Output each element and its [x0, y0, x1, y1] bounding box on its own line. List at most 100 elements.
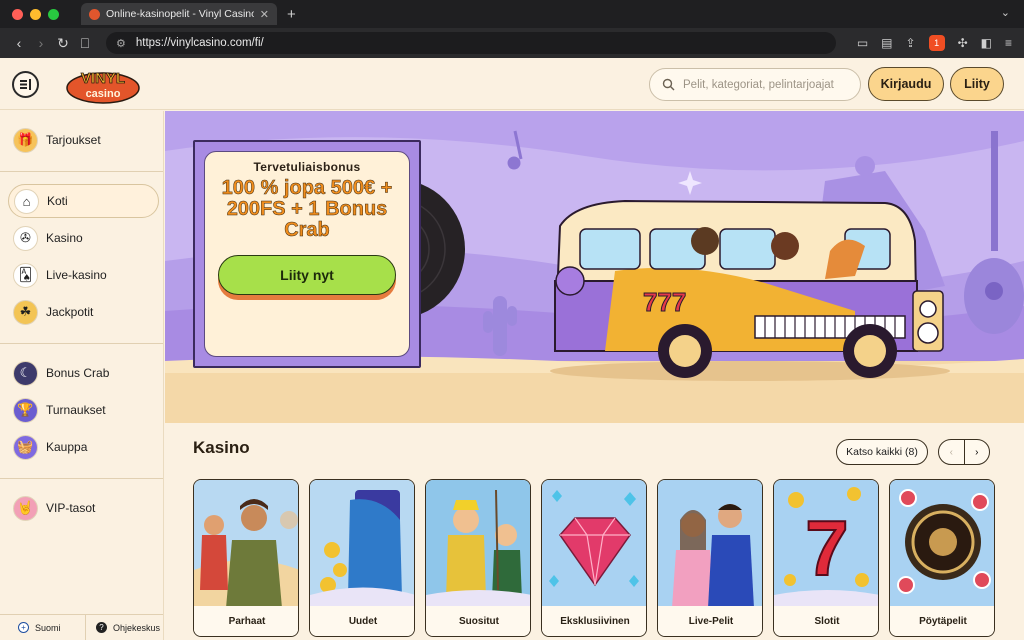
tab-title: Online-kasinopelit - Vinyl Casino: [106, 8, 254, 20]
category-label: Parhaat: [194, 606, 298, 636]
category-label: Suositut: [426, 606, 530, 636]
sidebar-divider: [0, 171, 163, 172]
prev-arrow-icon[interactable]: ‹: [939, 440, 964, 464]
welcome-bonus-inner: Tervetuliaisbonus 100 % jopa 500€ + 200F…: [204, 151, 410, 357]
help-center-link[interactable]: ? Ohjekeskus: [85, 615, 163, 640]
sidebar-item-label: VIP-tasot: [46, 501, 96, 515]
join-button[interactable]: Liity: [950, 67, 1004, 101]
browser-toolbar: ‹ › ↻ ⎕ ⚙ https://vinylcasino.com/fi/ ▭ …: [0, 28, 1024, 58]
sidebar-item-label: Kasino: [46, 231, 83, 245]
sidebar-item-kauppa[interactable]: 🧺 Kauppa: [8, 430, 159, 464]
back-icon[interactable]: ‹: [8, 35, 30, 51]
slot-machine-artwork: [310, 480, 414, 608]
category-card-poytapelit[interactable]: Pöytäpelit: [889, 479, 995, 637]
window-controls: [12, 8, 59, 20]
sidebar-item-kasino[interactable]: ✇ Kasino: [8, 221, 159, 255]
rock-hand-icon: 🤘: [13, 495, 38, 521]
sidebar-item-label: Jackpotit: [46, 305, 94, 319]
url-text: https://vinylcasino.com/fi/: [135, 37, 264, 49]
sidebar-item-label: Koti: [47, 194, 68, 208]
search-input[interactable]: [683, 78, 853, 91]
join-now-button[interactable]: Liity nyt: [218, 255, 396, 295]
logo-top-text: VINYL: [81, 70, 125, 87]
live-hosts-artwork: [658, 480, 762, 608]
vinyl-casino-logo[interactable]: VINYL casino: [62, 64, 144, 106]
category-label: Eksklusiivinen: [542, 606, 646, 636]
category-card-parhaat[interactable]: Parhaat: [193, 479, 299, 637]
tab-list-chevron-icon[interactable]: ⌄: [1001, 6, 1010, 19]
category-card-uudet[interactable]: Uudet: [309, 479, 415, 637]
address-bar[interactable]: ⚙ https://vinylcasino.com/fi/: [106, 32, 836, 54]
help-label: Ohjekeskus: [113, 622, 161, 633]
category-label: Live-Pelit: [658, 606, 762, 636]
category-card-live-pelit[interactable]: Live-Pelit: [657, 479, 763, 637]
category-card-suositut[interactable]: Suositut: [425, 479, 531, 637]
fishermen-artwork: [426, 480, 530, 608]
sidebar-item-live-kasino[interactable]: 🂡 Live-kasino: [8, 258, 159, 292]
sidebar-item-label: Turnaukset: [46, 403, 106, 417]
clover-icon: ☘: [13, 299, 38, 325]
diamond-artwork: [542, 480, 646, 608]
page: VINYL casino Kirjaudu Liity 🎁 Tarjoukset…: [0, 58, 1024, 640]
search-icon: [662, 78, 675, 91]
category-label: Pöytäpelit: [890, 606, 994, 636]
casino-section-title: Kasino: [193, 438, 250, 457]
finland-flag-icon: +: [18, 622, 29, 633]
home-icon: ⌂: [14, 188, 39, 214]
see-all-button[interactable]: Katso kaikki (8): [836, 439, 928, 465]
menu-icon[interactable]: ≡: [1005, 36, 1012, 50]
minimize-window-button[interactable]: [30, 8, 41, 20]
hamburger-icon: [20, 79, 31, 90]
cast-icon[interactable]: ▭: [857, 36, 868, 50]
site-header: VINYL casino Kirjaudu Liity: [0, 58, 1024, 110]
lucky-seven-artwork: 7: [774, 480, 878, 608]
menu-toggle-button[interactable]: [12, 71, 39, 98]
site-settings-icon[interactable]: ⚙: [116, 37, 126, 50]
crab-claw-icon: ☾: [13, 360, 38, 386]
welcome-bonus-card: Tervetuliaisbonus 100 % jopa 500€ + 200F…: [193, 140, 421, 368]
sidebar-item-jackpotit[interactable]: ☘ Jackpotit: [8, 295, 159, 329]
sidebar-footer: + Suomi ? Ohjekeskus: [0, 614, 163, 640]
help-icon: ?: [96, 622, 107, 633]
cards-icon: 🂡: [13, 262, 38, 288]
logo-bottom-text: casino: [86, 88, 121, 100]
bonus-title: 100 % jopa 500€ + 200FS + 1 Bonus Crab: [221, 177, 393, 241]
svg-text:7: 7: [805, 504, 848, 592]
category-card-slotit[interactable]: 7 Slotit: [773, 479, 879, 637]
adventurer-artwork: [194, 480, 298, 608]
favicon-icon: [89, 8, 100, 20]
language-selector[interactable]: + Suomi: [0, 615, 85, 640]
van-777-text: 777: [643, 287, 686, 317]
category-card-eksklusiivinen[interactable]: Eksklusiivinen: [541, 479, 647, 637]
sidebar-item-bonus-crab[interactable]: ☾ Bonus Crab: [8, 356, 159, 390]
close-tab-icon[interactable]: ✕: [260, 8, 269, 21]
sidebar-item-label: Bonus Crab: [46, 366, 110, 380]
bookmark-icon[interactable]: ⎕: [74, 35, 96, 52]
sidebar-item-label: Tarjoukset: [46, 133, 101, 147]
bonus-kicker: Tervetuliaisbonus: [253, 160, 361, 174]
extensions-icon[interactable]: ✣: [958, 36, 968, 50]
sidebar-item-vip-tasot[interactable]: 🤘 VIP-tasot: [8, 491, 159, 525]
sidebar-item-koti[interactable]: ⌂ Koti: [8, 184, 159, 218]
share-icon[interactable]: ⇪: [906, 36, 916, 50]
sidebar-item-turnaukset[interactable]: 🏆 Turnaukset: [8, 393, 159, 427]
sidebar: 🎁 Tarjoukset ⌂ Koti ✇ Kasino 🂡 Live-kasi…: [0, 111, 164, 640]
reload-icon[interactable]: ↻: [52, 35, 74, 52]
hero-banner[interactable]: 777 Tervetuliaisbonus 100 % jopa 500€ + …: [165, 111, 1024, 423]
forward-icon[interactable]: ›: [30, 35, 52, 51]
casino-category-cards: Parhaat Uudet Suositut Eksklusiivinen Li…: [193, 479, 995, 637]
sidebar-toggle-icon[interactable]: ◧: [981, 36, 992, 50]
sidebar-item-label: Kauppa: [46, 440, 88, 454]
new-tab-button[interactable]: +: [287, 6, 296, 23]
reader-icon[interactable]: ▤: [881, 36, 892, 50]
basket-icon: 🧺: [13, 434, 38, 460]
maximize-window-button[interactable]: [48, 8, 59, 20]
sidebar-divider: [0, 343, 163, 344]
browser-tab[interactable]: Online-kasinopelit - Vinyl Casino ✕: [81, 3, 277, 25]
brave-shields-icon[interactable]: 1: [928, 35, 945, 51]
close-window-button[interactable]: [12, 8, 23, 20]
search-box[interactable]: [649, 68, 861, 101]
next-arrow-icon[interactable]: ›: [963, 440, 990, 464]
login-button[interactable]: Kirjaudu: [868, 67, 944, 101]
sidebar-item-tarjoukset[interactable]: 🎁 Tarjoukset: [8, 123, 159, 157]
